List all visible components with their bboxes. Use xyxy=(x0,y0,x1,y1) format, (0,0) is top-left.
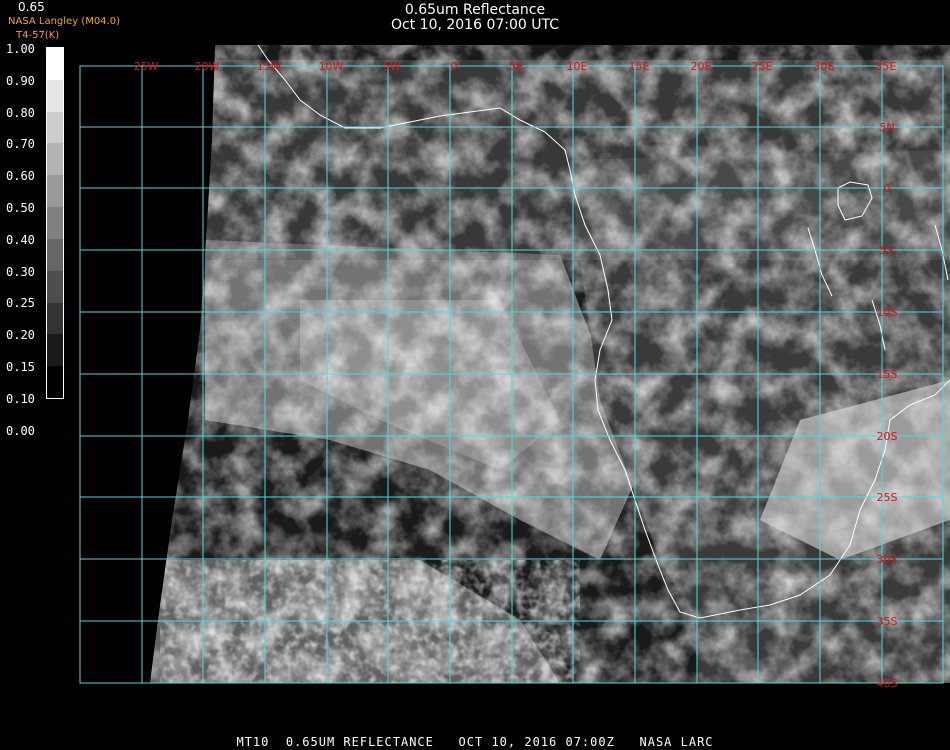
colorbar-label: 0.15 xyxy=(6,360,35,374)
image-subtitle: Oct 10, 2016 07:00 UTC xyxy=(391,17,559,33)
longitude-label: 20E xyxy=(691,60,712,73)
latitude-label: 15S xyxy=(877,368,898,381)
colorbar-step xyxy=(47,79,63,112)
latitude-label: 25S xyxy=(877,491,898,504)
longitude-label: 5W xyxy=(383,60,401,73)
latitude-label: 30S xyxy=(877,553,898,566)
latitude-label: 5S xyxy=(880,244,894,257)
longitude-label: 15E xyxy=(629,60,650,73)
colorbar-step xyxy=(47,111,63,144)
image-title: 0.65um Reflectance xyxy=(404,2,546,18)
latitude-label: 35S xyxy=(877,615,898,628)
credit-label: NASA Langley (M04.0) xyxy=(8,16,120,27)
longitude-label: 0 xyxy=(451,60,458,73)
colorbar-label: 0.60 xyxy=(6,169,35,184)
colorbar-label: 1.00 xyxy=(6,42,35,56)
colorbar-label: 0.20 xyxy=(6,328,35,343)
colorbar-label: 0.00 xyxy=(6,423,35,438)
colorbar-label: 0.30 xyxy=(6,264,35,279)
longitude-label: 10E xyxy=(567,60,588,73)
colorbar-label: 0.90 xyxy=(6,73,35,88)
colorbar-label: 0.40 xyxy=(6,232,35,247)
longitude-label: 10W xyxy=(319,60,344,73)
latitude-label: 0 xyxy=(884,182,891,195)
satellite-map: 25W 20W 15W 10W 5W 0 5E 10E 15E 20E 25E 30E 35E 5N 0 5S… xyxy=(79,44,950,690)
latitude-label: 5N xyxy=(879,121,894,134)
reflectance-colorbar xyxy=(46,47,64,399)
colorbar-step xyxy=(47,238,63,271)
credit-sub-label: T4-57(K) xyxy=(16,30,60,41)
scale-top-label: 0.65 xyxy=(18,0,45,14)
colorbar-step xyxy=(47,366,63,398)
latitude-label: 40S xyxy=(877,677,898,690)
colorbar-step xyxy=(47,270,63,303)
colorbar-step xyxy=(47,175,63,208)
footer-caption: MT10 0.65UM REFLECTANCE OCT 10, 2016 07:… xyxy=(236,735,714,749)
colorbar-step xyxy=(47,48,63,80)
longitude-label: 5E xyxy=(509,60,523,73)
colorbar-step xyxy=(47,334,63,367)
longitude-label: 15W xyxy=(257,60,282,73)
satellite-imagery xyxy=(150,45,950,683)
colorbar-step xyxy=(47,302,63,335)
colorbar-label: 0.80 xyxy=(6,105,35,120)
colorbar-label: 0.25 xyxy=(6,296,35,311)
colorbar-label: 0.50 xyxy=(6,201,35,215)
colorbar-step xyxy=(47,207,63,239)
latitude-label: 20S xyxy=(877,430,898,443)
colorbar-step xyxy=(47,143,63,176)
longitude-label: 25W xyxy=(134,60,159,73)
longitude-label: 25E xyxy=(752,60,773,73)
colorbar-label: 0.70 xyxy=(6,137,35,152)
longitude-label: 35E xyxy=(876,60,897,73)
longitude-label: 20W xyxy=(195,60,220,73)
colorbar-label: 0.10 xyxy=(6,391,35,406)
latitude-label: 10S xyxy=(877,306,898,319)
longitude-label: 30E xyxy=(814,60,835,73)
